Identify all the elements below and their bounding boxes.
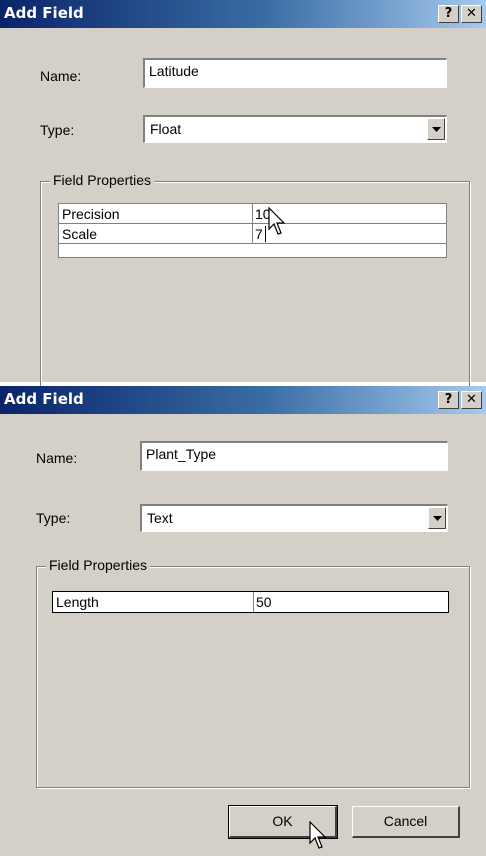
type-selected-value: Float [150,121,182,137]
property-name: Scale [62,226,98,242]
type-dropdown[interactable]: Text [140,504,448,532]
add-field-dialog-latitude: Add Field ? ✕ Name: Latitude Type: Float… [0,0,486,401]
close-button[interactable]: ✕ [461,5,482,23]
title-bar[interactable]: Add Field ? ✕ [0,386,486,414]
title-bar[interactable]: Add Field ? ✕ [0,0,486,28]
cancel-button[interactable]: Cancel [352,806,460,838]
column-divider [252,204,253,223]
text-caret [265,226,266,242]
property-name: Precision [62,206,120,222]
property-row-scale[interactable]: Scale 7 [59,224,446,244]
type-label: Type: [36,510,71,526]
close-button[interactable]: ✕ [461,391,482,409]
chevron-down-icon [433,516,442,521]
chevron-down-icon [432,127,441,132]
property-value[interactable]: 50 [256,594,272,610]
dropdown-button[interactable] [428,507,446,529]
dropdown-button[interactable] [427,118,445,140]
name-input[interactable]: Latitude [143,58,447,88]
add-field-dialog-plant-type: Add Field ? ✕ Name: Plant_Type Type: Tex… [0,386,486,856]
properties-grid: Length 50 [52,591,449,613]
dialog-title: Add Field [4,4,84,22]
field-properties-label: Field Properties [50,172,155,188]
arrow-pointer-icon [309,821,327,849]
type-label: Type: [40,122,75,138]
property-row-length[interactable]: Length 50 [53,592,448,612]
name-label: Name: [40,68,82,84]
column-divider [252,224,253,243]
dialog-title: Add Field [4,390,84,408]
name-input[interactable]: Plant_Type [140,441,448,471]
help-button[interactable]: ? [438,391,459,409]
properties-grid: Precision 10 Scale 7 [58,203,447,258]
arrow-pointer-icon [268,207,286,235]
name-label: Name: [36,450,78,466]
property-row-precision[interactable]: Precision 10 [59,204,446,224]
type-selected-value: Text [147,510,173,526]
type-dropdown[interactable]: Float [143,115,447,143]
property-value[interactable]: 7 [255,226,263,242]
property-name: Length [56,594,99,610]
help-button[interactable]: ? [438,5,459,23]
field-properties-label: Field Properties [46,557,151,573]
column-divider [253,592,254,612]
